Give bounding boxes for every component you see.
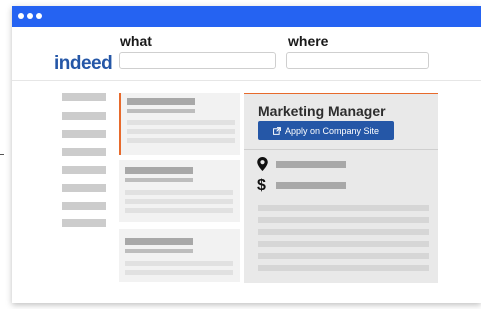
apply-button-label: Apply on Company Site bbox=[284, 125, 380, 136]
detail-divider bbox=[244, 149, 438, 150]
filter-item[interactable] bbox=[62, 202, 106, 210]
job-card-line bbox=[127, 138, 235, 143]
header-divider bbox=[12, 80, 481, 81]
job-card-line bbox=[125, 199, 233, 204]
filter-item[interactable] bbox=[62, 112, 106, 120]
job-detail-panel: Marketing Manager Apply on Company Site … bbox=[244, 93, 438, 283]
what-input[interactable] bbox=[119, 52, 276, 69]
job-card-line bbox=[125, 208, 233, 213]
title-bar bbox=[12, 6, 481, 27]
filter-item[interactable] bbox=[62, 184, 106, 192]
window-dot-1[interactable] bbox=[18, 13, 24, 19]
description-line bbox=[258, 265, 429, 271]
filter-item[interactable] bbox=[62, 130, 106, 138]
salary-placeholder bbox=[276, 182, 346, 189]
job-card[interactable] bbox=[119, 160, 240, 222]
job-card-line bbox=[125, 270, 233, 275]
job-card-line bbox=[125, 190, 233, 195]
description-line bbox=[258, 217, 429, 223]
external-link-icon bbox=[273, 126, 281, 135]
job-card-selected[interactable] bbox=[119, 93, 240, 155]
filter-item[interactable] bbox=[62, 93, 106, 101]
indeed-logo[interactable]: indeed bbox=[54, 53, 113, 75]
filter-item[interactable] bbox=[62, 166, 106, 174]
job-card-company-placeholder bbox=[125, 178, 193, 182]
description-line bbox=[258, 205, 429, 211]
description-line bbox=[258, 241, 429, 247]
location-placeholder bbox=[276, 161, 346, 168]
job-title: Marketing Manager bbox=[258, 103, 386, 119]
job-card-line bbox=[127, 129, 235, 134]
stray-mark bbox=[0, 154, 4, 155]
job-card-company-placeholder bbox=[125, 249, 193, 253]
filter-item[interactable] bbox=[62, 219, 106, 227]
job-card-title-placeholder bbox=[125, 167, 193, 174]
what-label: what bbox=[120, 33, 152, 49]
job-card-company-placeholder bbox=[127, 109, 195, 113]
map-pin-icon bbox=[257, 157, 268, 171]
job-card-line bbox=[127, 120, 235, 125]
job-card-title-placeholder bbox=[125, 238, 193, 245]
where-input[interactable] bbox=[286, 52, 429, 69]
where-label: where bbox=[288, 33, 329, 49]
job-card[interactable] bbox=[119, 229, 240, 282]
browser-window: indeed what where Marketing Manager Appl… bbox=[12, 6, 481, 303]
job-card-title-placeholder bbox=[127, 98, 195, 105]
job-card-line bbox=[125, 261, 233, 266]
description-line bbox=[258, 253, 429, 259]
dollar-icon: $ bbox=[257, 177, 266, 194]
window-dot-2[interactable] bbox=[27, 13, 33, 19]
window-dot-3[interactable] bbox=[36, 13, 42, 19]
apply-on-company-site-button[interactable]: Apply on Company Site bbox=[258, 121, 394, 140]
description-line bbox=[258, 229, 429, 235]
filter-item[interactable] bbox=[62, 148, 106, 156]
